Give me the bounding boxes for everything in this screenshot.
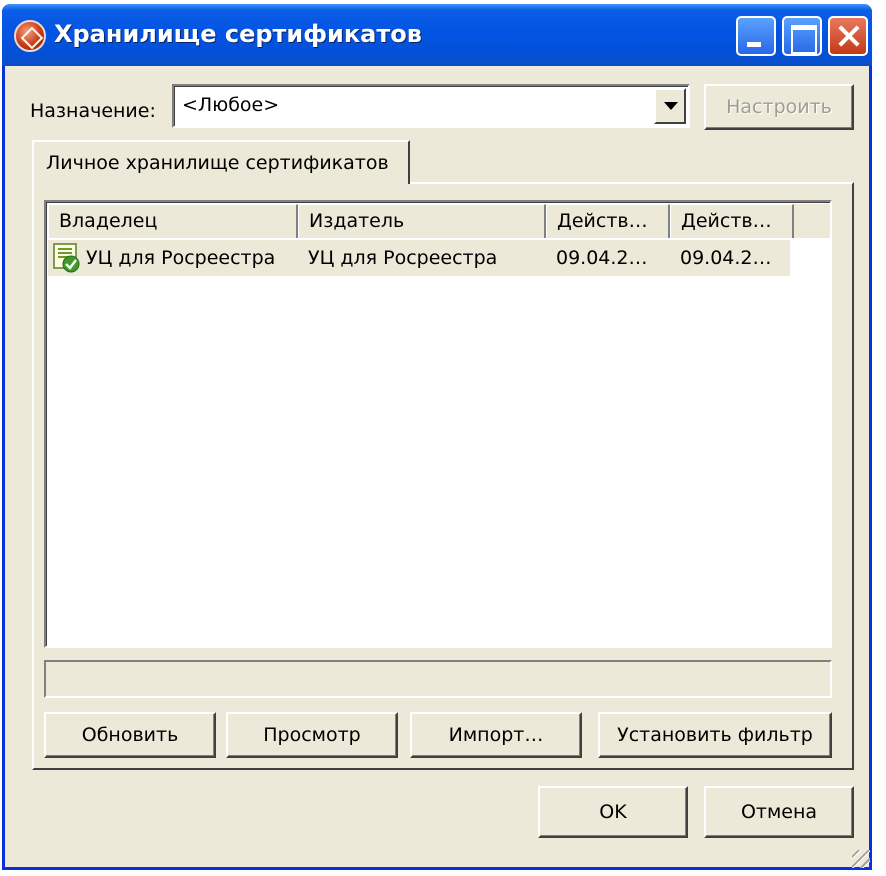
- refresh-button[interactable]: Обновить: [44, 712, 216, 758]
- column-header-issuer[interactable]: Издатель: [298, 204, 546, 238]
- column-header-valid-to[interactable]: Действ…: [670, 204, 794, 238]
- purpose-value: <Любое>: [182, 94, 280, 116]
- view-button[interactable]: Просмотр: [226, 712, 398, 758]
- chevron-down-icon[interactable]: [654, 88, 686, 124]
- tab-label: Личное хранилище сертификатов: [46, 152, 389, 174]
- purpose-dropdown[interactable]: <Любое>: [172, 84, 690, 128]
- column-header-owner[interactable]: Владелец: [48, 204, 298, 238]
- resize-grip[interactable]: [852, 850, 870, 868]
- minimize-button[interactable]: [736, 16, 776, 56]
- certificate-icon: [53, 243, 80, 273]
- column-header-valid-from[interactable]: Действ…: [546, 204, 670, 238]
- cell-valid-from: 09.04.2…: [556, 247, 648, 269]
- list-header: Владелец Издатель Действ… Действ…: [48, 204, 830, 238]
- certificate-list[interactable]: Владелец Издатель Действ… Действ… УЦ для…: [44, 200, 832, 648]
- status-bar: [44, 660, 832, 698]
- import-button[interactable]: Импорт…: [410, 712, 582, 758]
- cancel-button[interactable]: Отмена: [704, 786, 854, 838]
- app-icon[interactable]: [14, 20, 46, 52]
- window-title: Хранилище сертификатов: [54, 20, 422, 48]
- cell-owner: УЦ для Росреестра: [86, 247, 276, 269]
- configure-button[interactable]: Настроить: [704, 84, 854, 130]
- title-bar[interactable]: Хранилище сертификатов: [2, 4, 872, 66]
- close-button[interactable]: [828, 16, 868, 56]
- table-row[interactable]: УЦ для Росреестра УЦ для Росреестра 09.0…: [48, 240, 790, 276]
- set-filter-button[interactable]: Установить фильтр: [598, 712, 832, 758]
- purpose-label: Назначение:: [30, 100, 156, 122]
- maximize-button[interactable]: [782, 16, 822, 56]
- tab-personal-store[interactable]: Личное хранилище сертификатов: [32, 140, 410, 184]
- cell-issuer: УЦ для Росреестра: [308, 247, 498, 269]
- ok-button[interactable]: OK: [538, 786, 688, 838]
- cell-valid-to: 09.04.2…: [680, 247, 772, 269]
